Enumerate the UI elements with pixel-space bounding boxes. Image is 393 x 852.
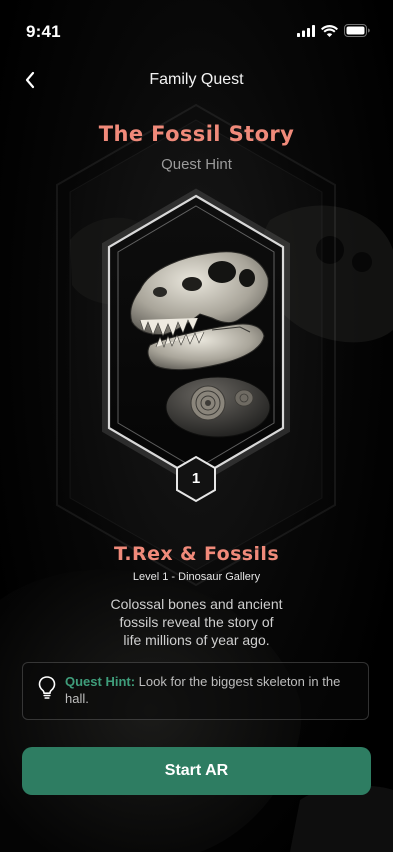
- quest-hint-text: Quest Hint: Look for the biggest skeleto…: [65, 673, 355, 707]
- screen: 9:41 Family Quest The Fossil Story Quest…: [0, 0, 393, 852]
- quest-hint-label: Quest Hint:: [65, 674, 136, 689]
- ammonite-fossil-icon: [165, 376, 271, 438]
- status-time: 9:41: [26, 22, 61, 41]
- level-number: 1: [191, 470, 201, 487]
- exhibit-level-line: Level 1 - Dinosaur Gallery: [132, 571, 261, 583]
- quest-subtitle: Quest Hint: [161, 156, 232, 173]
- quest-title: The Fossil Story: [98, 122, 295, 146]
- level-badge: 1: [174, 455, 218, 503]
- battery-icon: [344, 24, 370, 37]
- status-bar: 9:41: [0, 0, 393, 54]
- start-ar-button[interactable]: Start AR: [22, 747, 371, 795]
- status-icons: [297, 24, 371, 37]
- exhibit-title: T.Rex & Fossils: [113, 543, 280, 565]
- exhibit-description: Colossal bones and ancient fossils revea…: [110, 596, 283, 648]
- nav-title: Family Quest: [149, 71, 244, 88]
- cellular-signal-icon: [297, 24, 315, 37]
- quest-hint-card: Quest Hint: Look for the biggest skeleto…: [22, 662, 369, 720]
- lightbulb-icon: [38, 676, 56, 699]
- wifi-icon: [321, 24, 338, 37]
- nav-bar: Family Quest: [0, 62, 393, 98]
